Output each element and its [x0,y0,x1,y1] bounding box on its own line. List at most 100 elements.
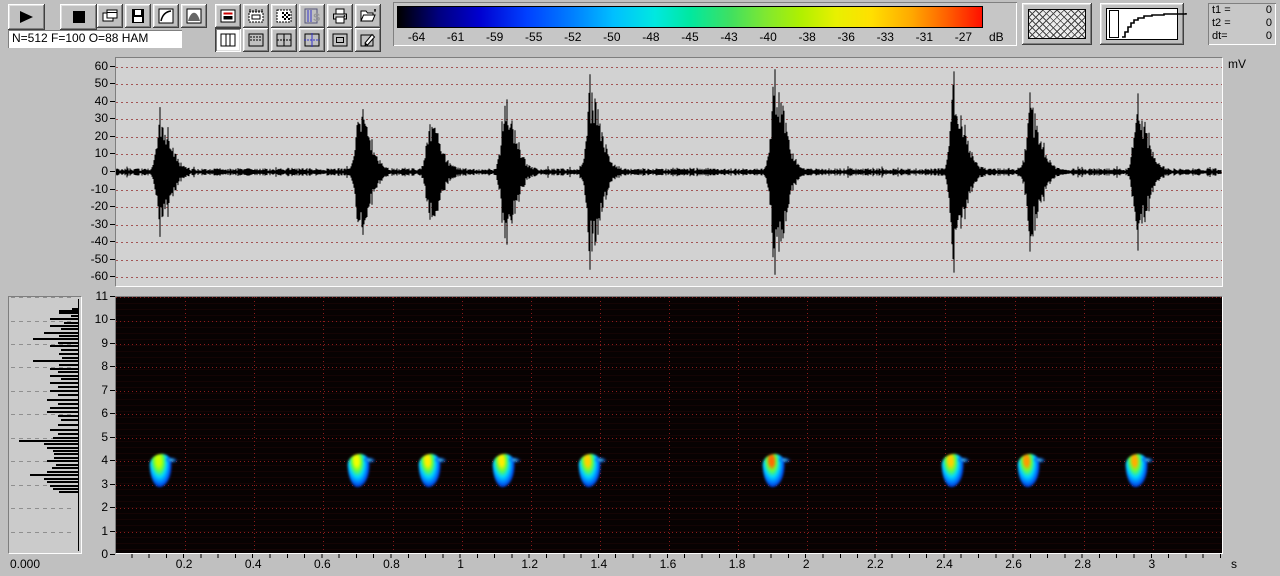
spectrum-bar [50,375,78,377]
oscillogram-unit-label: mV [1228,57,1246,71]
mv-tick-label: 0 [75,164,108,178]
window-function-button[interactable] [181,4,207,28]
time-gridline [945,297,946,553]
time-gridline [323,297,324,553]
spectrum-bar [61,378,78,380]
layout-rows-button[interactable] [243,28,269,52]
dolphin-click-blip [942,454,964,487]
waveform-trace [116,58,1222,286]
colorbar-unit-label: dB [989,30,1004,44]
readout-row: dt=0 [1212,30,1272,43]
mv-tick [110,189,115,190]
spectrum-bar [53,437,78,439]
khz-tick [110,296,115,297]
colorbar-gradient [397,6,983,28]
edit-button[interactable] [355,28,381,52]
spectrum-bar [54,453,78,455]
time-gridline [254,297,255,553]
time-tick-label: 2.4 [932,557,956,571]
time-tick-label: 1.8 [725,557,749,571]
mv-tick-label: -30 [75,217,108,231]
stop-button[interactable] [60,4,97,30]
time-tick-label: 2 [794,557,818,571]
time-tick-label: 1.2 [518,557,542,571]
open-folder-icon [359,8,377,24]
play-button[interactable] [8,4,45,30]
time-gridline [738,297,739,553]
windows-copy-button[interactable] [97,4,123,28]
layout-quad-button[interactable] [271,28,297,52]
colorbar-tick-label: -61 [436,30,475,44]
layout-inset-button[interactable] [327,28,353,52]
readout-label: t1 = [1212,4,1231,17]
save-icon [129,8,147,24]
time-tick-label: 2.8 [1071,557,1095,571]
colorbar-labels: -64-61-59-55-52-50-48-45-43-40-38-36-33-… [397,30,983,44]
time-tick-label: 0.6 [310,557,334,571]
layout-columns-button[interactable] [215,28,241,52]
mv-tick [110,276,115,277]
khz-tick-label: 0 [82,547,108,561]
time-unit-label: s [1231,557,1237,571]
spectrum-bar [47,471,78,473]
dolphin-click-blip [493,454,515,487]
spectrum-gridline [11,297,73,298]
readout-label: dt= [1212,30,1228,43]
mv-tick-label: 10 [75,146,108,160]
readout-label: t2 = [1212,17,1231,30]
readout-row: t2 =0 [1212,17,1272,30]
mean-spectrum-canvas[interactable] [8,296,82,554]
spectrum-bar [50,318,78,320]
edit-pencil-icon [359,32,377,48]
transfer-curve-button[interactable] [1100,3,1184,45]
time-tick-label: 1 [449,557,473,571]
gain-curve-button[interactable] [153,4,179,28]
dolphin-click-blip [348,454,370,487]
selection-button[interactable] [271,4,297,28]
spectrum-bar [53,450,78,452]
stop-icon [72,10,86,24]
fft-status-field: N=512 F=100 O=88 HAM [8,30,182,48]
spectrum-bar [64,322,78,324]
time-gridline [1084,297,1085,553]
mv-tick [110,206,115,207]
spectrum-bar [44,443,78,445]
readout-row: t1 =0 [1212,4,1272,17]
khz-tick-label: 7 [82,383,108,397]
time-gridline [669,297,670,553]
spectrum-bar [50,429,78,431]
colorbar-tick-label: -45 [670,30,709,44]
window-function-icon [185,8,203,24]
display-red-icon [219,8,237,24]
mv-tick [110,153,115,154]
spectrum-bar [47,481,78,483]
save-button[interactable] [125,4,151,28]
print-button[interactable] [327,4,353,28]
layout-inset-icon [331,32,349,48]
time-zoom-button[interactable] [243,4,269,28]
layout-cross-button[interactable] [299,28,325,52]
cursor-readout-panel: t1 =0t2 =0dt=0 [1208,3,1276,45]
khz-tick-label: 2 [82,500,108,514]
spectrum-bar [33,360,78,362]
spectrogram-canvas[interactable] [115,296,1223,554]
khz-tick [110,366,115,367]
display-button[interactable] [215,4,241,28]
print-icon [331,8,349,24]
spectrum-bar [50,407,78,409]
khz-tick-label: 8 [82,359,108,373]
spectrum-bar [50,485,78,487]
open-file-button[interactable] [355,4,381,28]
mv-tick [110,136,115,137]
spectrum-bar [47,411,78,413]
time-tick-label: 0.2 [172,557,196,571]
mv-tick [110,83,115,84]
hatch-pattern-button[interactable] [1022,3,1092,45]
time-gridline [185,297,186,553]
colorbar-tick-label: -55 [514,30,553,44]
rainbow-scale-icon [1109,10,1119,38]
khz-tick [110,413,115,414]
time-tick-label: 2.6 [1002,557,1026,571]
oscillogram-canvas[interactable] [115,57,1223,287]
fft-settings-button[interactable]: S [299,4,325,28]
